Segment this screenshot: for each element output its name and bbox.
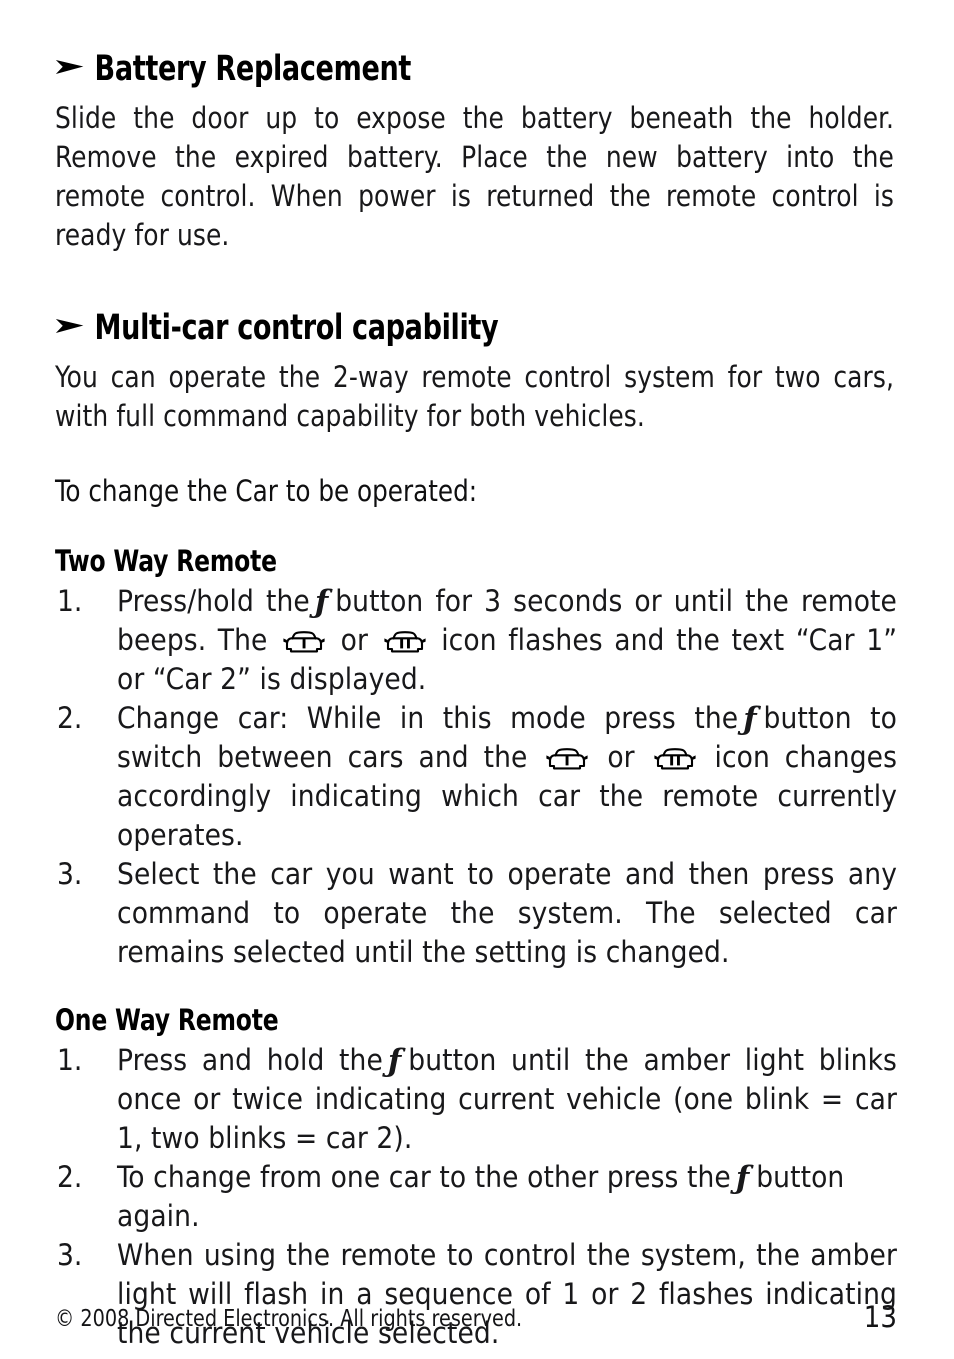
- list-item-number: 2.: [57, 701, 83, 735]
- paragraph-battery-replacement: Slide the door up to expose the battery …: [55, 101, 894, 252]
- section-heading-multi-car-control: Multi-car control capability: [55, 311, 779, 346]
- list-item-text-part3: or: [607, 740, 635, 774]
- list-item: 2. To change from one car to the other p…: [55, 1158, 897, 1236]
- list-item-text-part3: or: [340, 623, 369, 657]
- sub-heading-one-way-remote: One Way Remote: [55, 1003, 279, 1037]
- lead-line-change-car: To change the Car to be operated:: [55, 474, 478, 508]
- list-item-text-part1: Change car: While in this mode press the: [117, 701, 739, 735]
- list-item-number: 1.: [57, 584, 83, 618]
- document-page: Battery Replacement Slide the door up to…: [55, 0, 897, 1359]
- list-item-body: Select the car you want to operate and t…: [117, 857, 897, 969]
- list-item-number: 3.: [57, 1238, 83, 1272]
- copyright-notice: © 2008 Directed Electronics. All rights …: [55, 1306, 523, 1332]
- car-two-icon: [653, 746, 697, 773]
- arrow-bullet-icon: [55, 315, 84, 337]
- list-item: 3. When using the remote to control the …: [55, 1236, 897, 1353]
- list-item: 2. Change car: While in this mode press …: [55, 699, 897, 855]
- f-button-symbol: ƒ: [735, 1160, 750, 1196]
- list-item-text-part1: Press/hold the: [117, 584, 310, 618]
- f-button-symbol: ƒ: [387, 1043, 402, 1079]
- list-item-number: 1.: [57, 1043, 83, 1077]
- car-two-icon: [383, 629, 427, 656]
- list-item: 1. Press and hold the ƒ button until the a…: [55, 1041, 897, 1158]
- arrow-bullet-icon: [55, 56, 84, 78]
- list-item-body: To change from one car to the other pres…: [117, 1158, 897, 1236]
- section-heading-multi-car-control-label: Multi-car control capability: [94, 308, 499, 348]
- list-item-body: Change car: While in this mode press the…: [117, 699, 897, 855]
- two-way-remote-list: 1. Press/hold the ƒ button for 3 seconds o…: [55, 582, 897, 972]
- page-footer: © 2008 Directed Electronics. All rights …: [55, 1302, 897, 1332]
- list-item-body: Press/hold the ƒ button for 3 seconds or u…: [117, 582, 897, 699]
- list-item: 1. Press/hold the ƒ button for 3 seconds o…: [55, 582, 897, 699]
- list-item-text-part1: Press and hold the: [117, 1043, 383, 1077]
- f-button-symbol: ƒ: [743, 701, 757, 737]
- car-one-icon: [282, 629, 326, 656]
- f-button-symbol: ƒ: [314, 584, 329, 620]
- list-item: 3. Select the car you want to operate an…: [55, 855, 897, 972]
- list-item-text-part1: To change from one car to the other pres…: [117, 1160, 731, 1194]
- car-one-icon: [545, 746, 589, 773]
- list-item-body: When using the remote to control the sys…: [117, 1238, 897, 1350]
- list-item-number: 2.: [57, 1160, 83, 1194]
- page-number: 13: [863, 1300, 897, 1334]
- section-heading-battery-replacement-label: Battery Replacement: [94, 49, 412, 89]
- list-item-body: Press and hold the ƒ button until the ambe…: [117, 1041, 897, 1158]
- section-heading-battery-replacement: Battery Replacement: [55, 52, 779, 87]
- sub-heading-two-way-remote: Two Way Remote: [55, 544, 277, 578]
- list-item-number: 3.: [57, 857, 83, 891]
- paragraph-multi-car-control: You can operate the 2-way remote control…: [55, 360, 894, 433]
